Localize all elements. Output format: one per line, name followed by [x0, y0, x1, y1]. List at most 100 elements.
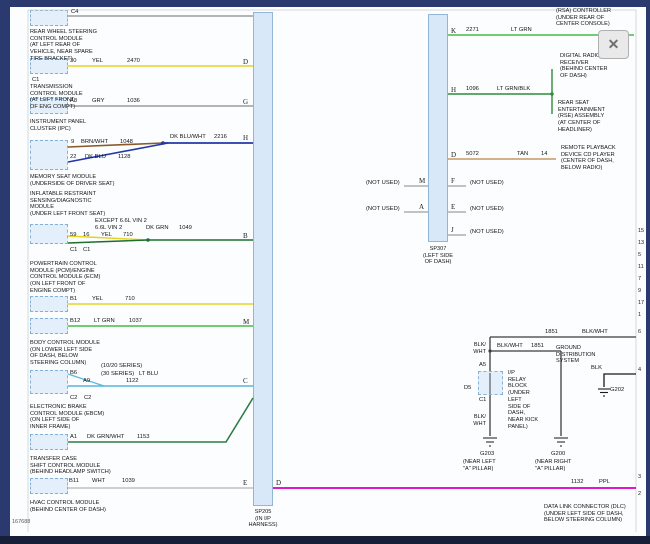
- pcm-circuit: 710: [125, 296, 135, 302]
- hvac-circuit: 1039: [122, 478, 135, 484]
- transmission-connector: C1: [32, 77, 39, 83]
- ebcm-label: ELECTRONIC BRAKE CONTROL MODULE (EBCM) (…: [30, 404, 104, 431]
- c d-color: TAN: [517, 151, 528, 157]
- cd-circuit: 5072: [466, 151, 479, 157]
- page-frame-lines: [28, 10, 636, 532]
- edge-number: 1: [638, 312, 641, 318]
- sp307-pin-e: E: [451, 203, 455, 211]
- memory-seat-circuit-a: 1048: [120, 139, 133, 145]
- edge-number: 3: [638, 474, 641, 480]
- rsa-label: (RSA) CONTROLLER (UNDER REAR OF CENTER C…: [556, 8, 611, 28]
- not-used-right-f: (NOT USED): [470, 180, 504, 186]
- wiring-diagram-page: C4 REAR WHEEL STEERING CONTROL MODULE (A…: [0, 0, 650, 544]
- sir-pin-a: 59: [70, 232, 76, 238]
- transfer-case-circuit: 1153: [137, 434, 149, 440]
- relay-block-label: I/P RELAY BLOCK (UNDER LEFT SIDE OF DASH…: [508, 370, 538, 430]
- dlc-circuit: 1132: [571, 479, 583, 485]
- sp307-pin-a: A: [419, 203, 424, 211]
- ground-dist-circuit: 1851: [545, 329, 558, 335]
- hvac-color: WHT: [92, 478, 105, 484]
- edge-number: 2: [638, 491, 641, 497]
- rear-wheel-label: REAR WHEEL STEERING CONTROL MODULE (AT L…: [30, 29, 97, 63]
- g203-location: (NEAR LEFT "A" PILLAR): [463, 459, 496, 472]
- rse-label: REAR SEAT ENTERTAINMENT (RSE) ASSEMBLY (…: [558, 100, 605, 134]
- edge-number: 17: [638, 300, 644, 306]
- relay-pin-left: D5: [464, 385, 471, 391]
- ebcm-connector-a: C2: [70, 395, 77, 401]
- sp205-pin-d: D: [243, 58, 248, 66]
- junction-dot-rse: [550, 92, 553, 95]
- sp307-pin-m: M: [419, 177, 425, 185]
- transfer-case-pin: A1: [70, 434, 77, 440]
- sp205-label: SP205 (IN I/P HARNESS): [243, 509, 283, 529]
- ebcm-circuit: 1122: [126, 378, 138, 384]
- ground-symbol-g202: [598, 389, 610, 396]
- hvac-pin: B11: [69, 478, 79, 484]
- g200-name: G200: [551, 451, 565, 457]
- sp205-pin-h: H: [243, 134, 248, 142]
- not-used-left-a: (NOT USED): [366, 206, 400, 212]
- sp205-pin-c: C: [243, 377, 248, 385]
- sp205-pin-m: M: [243, 318, 249, 326]
- g203-name: G203: [480, 451, 494, 457]
- memory-seat-circuit-merged: 2216: [214, 134, 227, 140]
- edge-number: 7: [638, 276, 641, 282]
- transfer-case-label: TRANSFER CASE SHIFT CONTROL MODULE (BEHI…: [30, 456, 111, 476]
- ground-dist-label: GROUND DISTRIBUTION SYSTEM: [556, 345, 595, 365]
- hvac-label: HVAC CONTROL MODULE (BEHIND CENTER OF DA…: [30, 500, 106, 513]
- sp307-label: SP307 (LEFT SIDE OF DASH): [419, 246, 457, 266]
- transfer-case-color: DK GRN/WHT: [87, 434, 124, 440]
- ipc-pin: A8: [70, 98, 77, 104]
- not-used-right-e: (NOT USED): [470, 206, 504, 212]
- transmission-pin: 30: [70, 58, 76, 64]
- bcm-label: BODY CONTROL MODULE (ON LOWER LEFT SIDE …: [30, 340, 100, 367]
- ground-symbol-g203: [483, 438, 497, 446]
- memory-seat-color-b: DK BLU: [85, 154, 106, 160]
- pcm-pin: B1: [70, 296, 77, 302]
- rear-wheel-connector: C4: [71, 9, 78, 15]
- sir-note-a: EXCEPT 6.6L VIN 2: [95, 218, 147, 224]
- sir-note-b: 6.6L VIN 2: [95, 225, 122, 231]
- edge-number: 6: [638, 329, 641, 335]
- rsa-color: LT GRN: [511, 27, 532, 33]
- blk-wht-stack-lower: BLK/ WHT: [464, 414, 486, 427]
- sp307-pin-j: J: [451, 226, 454, 234]
- rse-circuit: 1096: [466, 86, 479, 92]
- ground-dist-color: BLK/WHT: [582, 329, 608, 335]
- not-used-right-j: (NOT USED): [470, 229, 504, 235]
- ground-symbol-g200: [554, 438, 568, 446]
- edge-number: 13: [638, 240, 644, 246]
- sir-connector-b: C1: [83, 247, 90, 253]
- blk-wht-stack-upper: BLK/ WHT: [464, 342, 486, 355]
- edge-number: 5: [638, 252, 641, 258]
- ipc-label: INSTRUMENT PANEL CLUSTER (IPC): [30, 119, 86, 132]
- sir-connector-a: C1: [70, 247, 77, 253]
- ebcm-connector-b: C2: [84, 395, 91, 401]
- ipc-circuit: 1036: [127, 98, 140, 104]
- transmission-circuit: 2470: [127, 58, 140, 64]
- ebcm-note-b: (30 SERIES): [101, 371, 134, 377]
- bcm-circuit: 1037: [129, 318, 142, 324]
- relay-connector: C1: [479, 397, 486, 403]
- sp307-pin-k: K: [451, 27, 456, 35]
- sp205-pin-g: G: [243, 98, 248, 106]
- sp205-pin-d-right: D: [276, 479, 281, 487]
- sir-pin-b: 16: [83, 232, 89, 238]
- memory-seat-circuit-b: 1128: [118, 154, 130, 160]
- pcm-color: YEL: [92, 296, 103, 302]
- bcm-pin: B12: [70, 318, 80, 324]
- ebcm-note-a: (10/20 SERIES): [101, 363, 142, 369]
- memory-seat-color-merged: DK BLU/WHT: [170, 134, 206, 140]
- not-used-stubs: [404, 186, 466, 235]
- dlc-label: DATA LINK CONNECTOR (DLC) (UNDER LEFT SI…: [544, 504, 626, 524]
- close-button[interactable]: ✕: [598, 30, 629, 59]
- memory-seat-pin-a: 9: [71, 139, 74, 145]
- edge-number: 15: [638, 228, 644, 234]
- ground-branch-circuit: 1851: [531, 343, 544, 349]
- sir-circuit-a: 710: [123, 232, 133, 238]
- memory-seat-color-a: BRN/WHT: [81, 139, 108, 145]
- ground-branch-color: BLK/WHT: [497, 343, 523, 349]
- diagram-id: 167688: [12, 519, 30, 525]
- edge-number: 11: [638, 264, 644, 270]
- rse-color: LT GRN/BLK: [497, 86, 530, 92]
